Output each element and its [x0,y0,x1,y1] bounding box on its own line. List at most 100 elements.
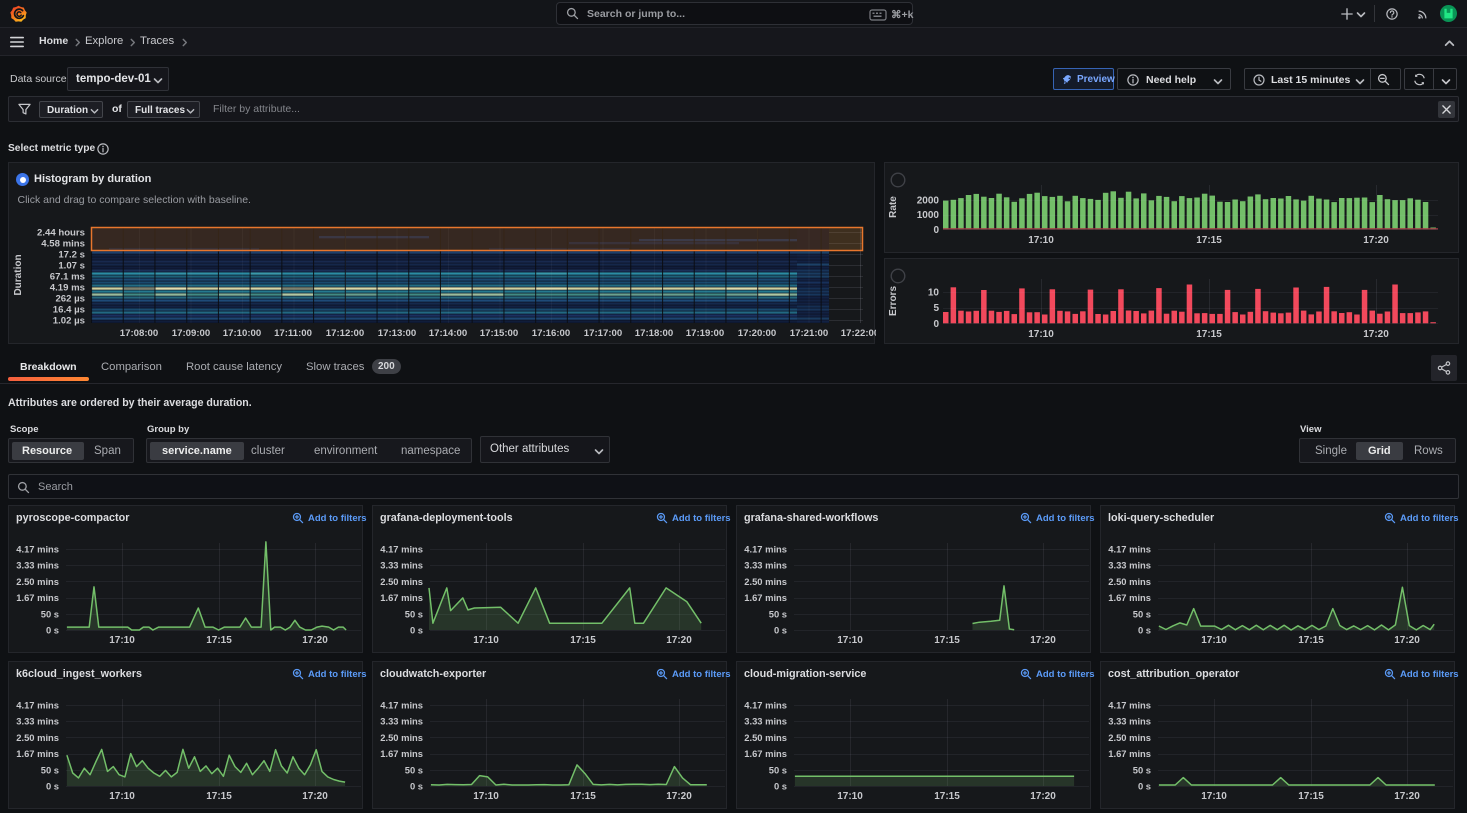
svg-text:1.67 mins: 1.67 mins [380,748,423,759]
svg-text:2.50 mins: 2.50 mins [380,576,423,587]
svg-text:3.33 mins: 3.33 mins [380,560,423,571]
svg-text:17:21:00: 17:21:00 [790,328,828,339]
svg-text:17:20:00: 17:20:00 [738,328,776,339]
svg-text:1.07 s: 1.07 s [58,261,85,272]
svg-text:17:20: 17:20 [1394,635,1420,646]
svg-text:50 s: 50 s [769,764,787,775]
svg-text:3.33 mins: 3.33 mins [744,560,787,571]
svg-text:0: 0 [933,225,939,236]
svg-text:17:09:00: 17:09:00 [172,328,210,339]
svg-text:17:20: 17:20 [1030,791,1056,802]
svg-text:17:18:00: 17:18:00 [635,328,673,339]
svg-text:1.67 mins: 1.67 mins [744,592,787,603]
svg-text:50 s: 50 s [41,764,59,775]
svg-text:50 s: 50 s [769,608,787,619]
svg-text:17:12:00: 17:12:00 [326,328,364,339]
svg-text:0 s: 0 s [1138,625,1151,636]
svg-text:3.33 mins: 3.33 mins [744,716,787,727]
svg-text:50 s: 50 s [41,608,59,619]
svg-text:17:15: 17:15 [1298,791,1324,802]
svg-text:17:15: 17:15 [570,791,596,802]
svg-text:17:22:00: 17:22:00 [841,328,876,339]
svg-text:17:11:00: 17:11:00 [274,328,312,339]
svg-text:4.17 mins: 4.17 mins [16,700,59,711]
svg-text:17:15: 17:15 [934,791,960,802]
svg-text:4.17 mins: 4.17 mins [16,544,59,555]
svg-text:17:20: 17:20 [302,791,328,802]
svg-text:17:15: 17:15 [934,635,960,646]
svg-text:17:10: 17:10 [837,635,863,646]
svg-text:17:20: 17:20 [1363,329,1389,340]
svg-text:17:10: 17:10 [1028,329,1054,340]
svg-text:17.2 s: 17.2 s [58,250,85,261]
svg-text:17:10: 17:10 [1201,635,1227,646]
svg-text:2.50 mins: 2.50 mins [16,576,59,587]
svg-text:17:10: 17:10 [473,635,499,646]
svg-text:3.33 mins: 3.33 mins [16,716,59,727]
svg-text:4.58 mins: 4.58 mins [41,239,85,250]
svg-text:0 s: 0 s [774,625,787,636]
svg-text:17:14:00: 17:14:00 [429,328,467,339]
svg-text:2000: 2000 [917,196,940,207]
svg-text:16.4 µs: 16.4 µs [53,305,85,316]
svg-text:2.50 mins: 2.50 mins [380,732,423,743]
svg-text:50 s: 50 s [405,764,423,775]
svg-text:17:20: 17:20 [302,635,328,646]
svg-text:0 s: 0 s [410,781,423,792]
svg-text:17:17:00: 17:17:00 [584,328,622,339]
svg-text:17:15: 17:15 [570,635,596,646]
svg-text:1.67 mins: 1.67 mins [744,748,787,759]
svg-text:2.50 mins: 2.50 mins [16,732,59,743]
svg-text:3.33 mins: 3.33 mins [1108,716,1151,727]
svg-text:17:10: 17:10 [837,791,863,802]
svg-text:0: 0 [933,319,939,330]
svg-text:1.67 mins: 1.67 mins [1108,592,1151,603]
svg-text:1.02 µs: 1.02 µs [53,316,85,327]
svg-text:4.17 mins: 4.17 mins [744,700,787,711]
svg-text:0 s: 0 s [410,625,423,636]
svg-text:1.67 mins: 1.67 mins [380,592,423,603]
svg-text:Duration: Duration [13,254,24,295]
svg-text:17:15: 17:15 [1196,329,1222,340]
svg-text:17:15:00: 17:15:00 [480,328,518,339]
svg-text:3.33 mins: 3.33 mins [16,560,59,571]
svg-text:4.17 mins: 4.17 mins [1108,544,1151,555]
svg-text:17:10: 17:10 [473,791,499,802]
svg-text:17:20: 17:20 [666,791,692,802]
svg-text:3.33 mins: 3.33 mins [1108,560,1151,571]
svg-text:17:15: 17:15 [1196,235,1222,246]
svg-text:0 s: 0 s [774,781,787,792]
svg-text:4.19 ms: 4.19 ms [50,283,85,294]
svg-text:1.67 mins: 1.67 mins [1108,748,1151,759]
svg-text:17:10:00: 17:10:00 [223,328,261,339]
svg-text:Errors: Errors [888,286,899,316]
svg-text:17:10: 17:10 [1201,791,1227,802]
svg-text:4.17 mins: 4.17 mins [1108,700,1151,711]
svg-text:17:19:00: 17:19:00 [686,328,724,339]
svg-text:17:15: 17:15 [1298,635,1324,646]
svg-text:1.67 mins: 1.67 mins [16,748,59,759]
svg-text:17:10: 17:10 [109,635,135,646]
svg-text:4.17 mins: 4.17 mins [380,700,423,711]
svg-text:0 s: 0 s [46,781,59,792]
svg-text:17:15: 17:15 [206,635,232,646]
svg-text:5: 5 [933,303,939,314]
svg-text:17:16:00: 17:16:00 [532,328,570,339]
svg-text:17:20: 17:20 [1363,235,1389,246]
svg-text:17:20: 17:20 [1030,635,1056,646]
svg-text:2.50 mins: 2.50 mins [744,732,787,743]
svg-text:10: 10 [928,288,940,299]
svg-text:17:10: 17:10 [1028,235,1054,246]
svg-text:17:20: 17:20 [1394,791,1420,802]
svg-text:50 s: 50 s [1133,764,1151,775]
svg-text:4.17 mins: 4.17 mins [380,544,423,555]
svg-text:0 s: 0 s [1138,781,1151,792]
svg-text:1000: 1000 [917,210,940,221]
svg-text:17:10: 17:10 [109,791,135,802]
svg-text:50 s: 50 s [1133,608,1151,619]
svg-text:17:13:00: 17:13:00 [378,328,416,339]
svg-text:17:15: 17:15 [206,791,232,802]
svg-text:2.50 mins: 2.50 mins [744,576,787,587]
svg-text:4.17 mins: 4.17 mins [744,544,787,555]
svg-text:17:08:00: 17:08:00 [120,328,158,339]
